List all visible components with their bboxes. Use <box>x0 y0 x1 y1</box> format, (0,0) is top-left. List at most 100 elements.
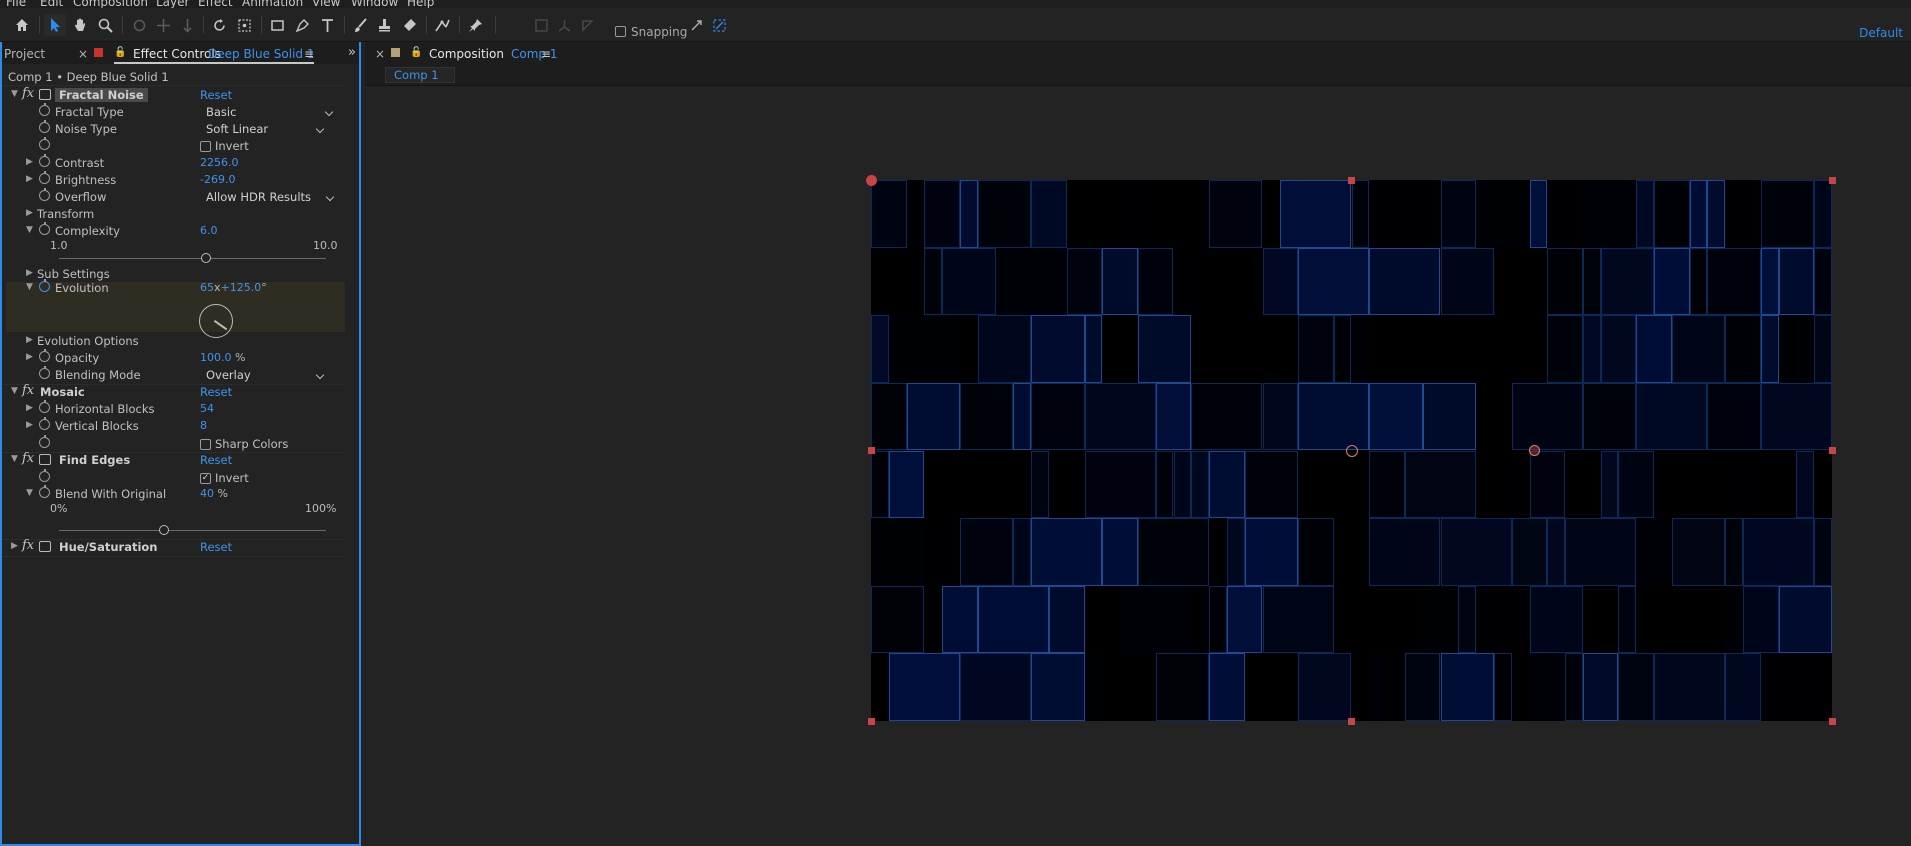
stopwatch-icon[interactable] <box>39 279 50 292</box>
transform-handle[interactable] <box>1828 447 1836 454</box>
vertical-blocks-value[interactable]: 8 <box>200 419 207 432</box>
blend-slider-knob[interactable] <box>159 525 169 535</box>
effect-header-mosaic[interactable]: ▼ fx Mosaic Reset <box>2 383 345 401</box>
pen-tool-icon[interactable] <box>291 14 313 36</box>
stopwatch-icon[interactable] <box>39 103 50 116</box>
twirl-open-icon[interactable]: ▼ <box>11 454 18 464</box>
invert-checkbox[interactable] <box>200 141 211 152</box>
evolution-revolutions[interactable]: 65 <box>200 281 214 294</box>
fx-icon[interactable]: fx <box>22 451 34 466</box>
menu-composition[interactable]: Composition <box>73 0 148 8</box>
fractal-type-dropdown[interactable]: Basic <box>199 105 336 120</box>
contrast-value[interactable]: 2256.0 <box>200 156 239 169</box>
effect-name[interactable]: Fractal Noise <box>55 88 148 102</box>
transform-handle[interactable] <box>867 447 875 454</box>
blend-value[interactable]: 40 % <box>200 487 228 500</box>
pan-camera-icon[interactable] <box>152 14 174 36</box>
stopwatch-icon[interactable] <box>39 485 50 498</box>
menu-layer[interactable]: Layer <box>156 0 189 8</box>
brush-tool-icon[interactable] <box>349 14 371 36</box>
menu-effect[interactable]: Effect <box>198 0 233 8</box>
reset-button[interactable]: Reset <box>200 540 232 554</box>
twirl-closed-icon[interactable]: ▶ <box>26 208 33 218</box>
workspace-default[interactable]: Default <box>1859 26 1903 40</box>
opacity-number[interactable]: 100.0 <box>200 351 232 364</box>
menu-view[interactable]: View <box>312 0 340 8</box>
effect-header-find-edges[interactable]: ▼ fx Find Edges Reset <box>2 451 345 469</box>
tab-project[interactable]: Project <box>4 47 45 61</box>
stopwatch-icon[interactable] <box>39 188 50 201</box>
roto-brush-icon[interactable] <box>431 14 453 36</box>
noise-type-dropdown[interactable]: Soft Linear <box>199 122 327 137</box>
effect-name[interactable]: Find Edges <box>59 453 130 467</box>
complexity-slider-track[interactable] <box>59 258 326 259</box>
menu-animation[interactable]: Animation <box>242 0 303 8</box>
tab-layer-name[interactable]: Deep Blue Solid 1 <box>208 47 315 61</box>
tab-composition[interactable]: Composition <box>429 47 504 61</box>
transform-handle[interactable] <box>1828 176 1836 184</box>
snap-edges-icon[interactable] <box>685 14 707 36</box>
twirl-closed-icon[interactable]: ▶ <box>26 420 33 430</box>
stopwatch-icon[interactable] <box>39 137 50 150</box>
group-transform[interactable]: ▶ Transform <box>2 206 345 223</box>
twirl-open-icon[interactable]: ▼ <box>11 386 18 396</box>
stopwatch-icon[interactable] <box>39 154 50 167</box>
effect-header-fractal-noise[interactable]: ▼ fx Fractal Noise Reset <box>2 86 345 104</box>
effect-header-hue-saturation[interactable]: ▶ fx Hue/Saturation Reset <box>2 538 345 556</box>
twirl-open-icon[interactable]: ▼ <box>11 89 18 99</box>
twirl-closed-icon[interactable]: ▶ <box>26 268 33 278</box>
menu-file[interactable]: File <box>6 0 26 8</box>
twirl-closed-icon[interactable]: ▶ <box>11 541 18 551</box>
horizontal-blocks-value[interactable]: 54 <box>200 402 214 415</box>
stopwatch-icon[interactable] <box>39 366 50 379</box>
lock-icon[interactable]: 🔓 <box>410 47 422 58</box>
stopwatch-icon[interactable] <box>39 120 50 133</box>
twirl-closed-icon[interactable]: ▶ <box>26 157 33 167</box>
type-tool-icon[interactable] <box>316 14 338 36</box>
evolution-value[interactable]: 65x+125.0° <box>200 281 267 294</box>
twirl-closed-icon[interactable]: ▶ <box>26 174 33 184</box>
home-icon[interactable] <box>11 14 33 36</box>
reset-button[interactable]: Reset <box>200 453 232 467</box>
fx-icon[interactable]: fx <box>22 86 34 101</box>
transform-handle[interactable] <box>1828 717 1836 725</box>
blend-number[interactable]: 40 <box>200 487 214 500</box>
twirl-open-icon[interactable]: ▼ <box>26 282 33 292</box>
stopwatch-icon[interactable] <box>39 417 50 430</box>
pan-behind-icon[interactable] <box>233 14 255 36</box>
reset-button[interactable]: Reset <box>200 385 232 399</box>
twirl-closed-icon[interactable]: ▶ <box>26 403 33 413</box>
blend-slider-track[interactable] <box>59 530 326 531</box>
twirl-open-icon[interactable]: ▼ <box>26 488 33 498</box>
fx-icon[interactable]: fx <box>22 538 34 553</box>
transform-handle[interactable] <box>1348 176 1355 184</box>
transform-handle[interactable] <box>867 717 875 725</box>
fx-icon[interactable]: fx <box>22 383 34 398</box>
snap-features-icon[interactable] <box>708 14 730 36</box>
stopwatch-icon[interactable] <box>39 400 50 413</box>
brightness-value[interactable]: -269.0 <box>200 173 235 186</box>
evolution-degrees[interactable]: +125.0 <box>221 281 262 294</box>
view-axis-icon[interactable] <box>576 14 598 36</box>
stopwatch-icon[interactable] <box>39 349 50 362</box>
complexity-value[interactable]: 6.0 <box>200 224 218 237</box>
menu-edit[interactable]: Edit <box>40 0 63 8</box>
complexity-slider-knob[interactable] <box>201 253 211 263</box>
twirl-closed-icon[interactable]: ▶ <box>26 352 33 362</box>
clone-stamp-icon[interactable] <box>373 14 395 36</box>
corner-pin-handle[interactable] <box>865 174 877 186</box>
snapping-checkbox[interactable] <box>615 26 626 37</box>
expand-panels-icon[interactable]: » <box>348 45 356 60</box>
twirl-closed-icon[interactable]: ▶ <box>26 335 33 345</box>
selection-tool-icon[interactable] <box>44 14 66 36</box>
opacity-value[interactable]: 100.0 % <box>200 351 245 364</box>
lock-icon[interactable]: 🔓 <box>114 47 126 58</box>
close-icon[interactable]: × <box>375 47 385 61</box>
twirl-open-icon[interactable]: ▼ <box>26 225 33 235</box>
effect-center-point-icon[interactable] <box>1528 445 1540 456</box>
close-icon[interactable]: × <box>78 47 88 61</box>
orbit-camera-icon[interactable] <box>128 14 150 36</box>
effect-name[interactable]: Hue/Saturation <box>59 540 158 554</box>
overflow-dropdown[interactable]: Allow HDR Results <box>199 190 337 205</box>
menu-help[interactable]: Help <box>407 0 434 8</box>
